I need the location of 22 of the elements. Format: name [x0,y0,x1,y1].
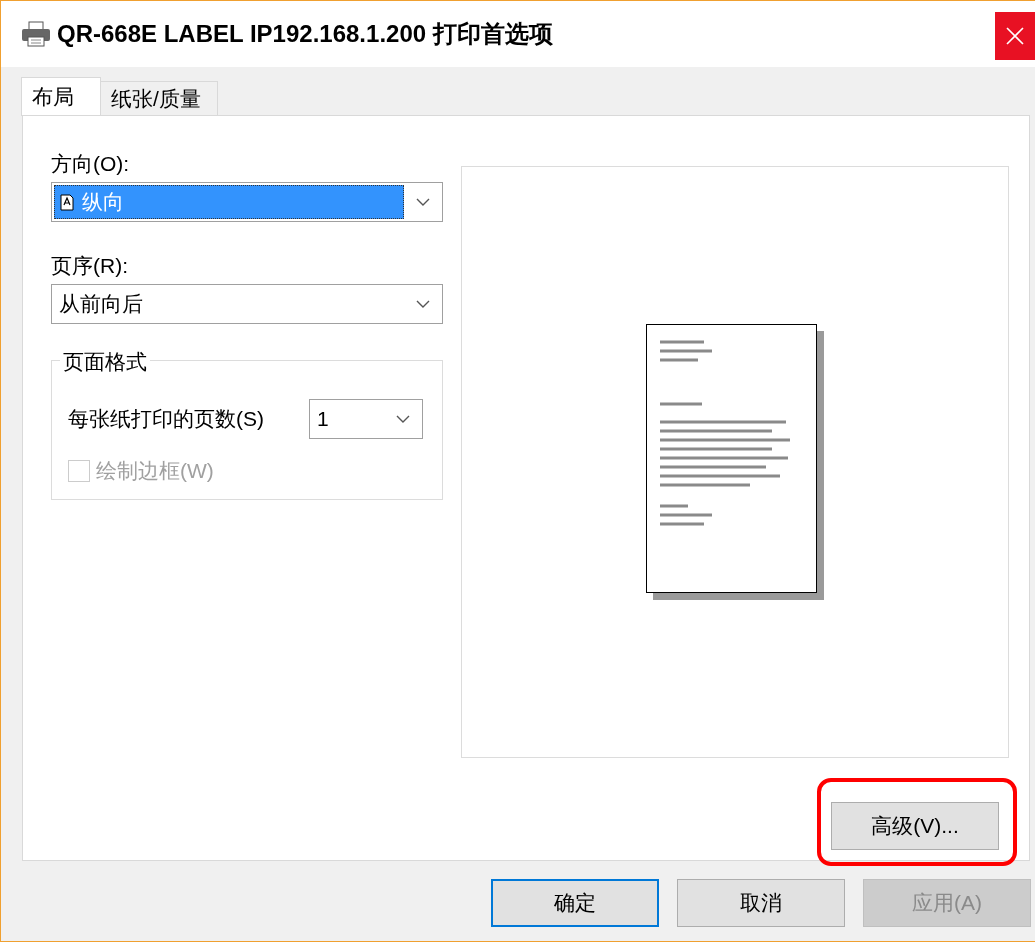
close-icon [1005,26,1025,46]
chevron-down-icon [416,198,430,206]
tab[interactable]: 布局 [21,77,101,116]
chevron-down-icon [416,300,430,308]
dropdown-value: 纵向 [54,185,404,219]
window-title: QR-668E LABEL IP192.168.1.200 打印首选项 [57,19,553,49]
pages-per-sheet-label: 每张纸打印的页数(S) [68,406,264,432]
checkbox-label: 绘制边框(W) [96,458,214,484]
dropdown[interactable]: 从前向后 [51,284,443,324]
dropdown[interactable]: 1 [309,399,423,439]
page-order-label: 页序(R): [51,253,129,279]
dialog-button[interactable]: 确定 [491,879,659,927]
dialog-button[interactable]: 取消 [677,879,845,927]
tab[interactable]: 纸张/质量 [100,81,218,115]
close-button[interactable] [995,12,1035,60]
chevron-down-icon [396,415,410,423]
dropdown-value: 1 [316,406,330,432]
orientation-label: 方向(O): [51,151,131,177]
advanced-button[interactable]: 高级(V)... [831,802,999,850]
document-icon [60,193,74,211]
dropdown-value: 从前向后 [58,291,144,317]
printer-icon [21,21,51,47]
